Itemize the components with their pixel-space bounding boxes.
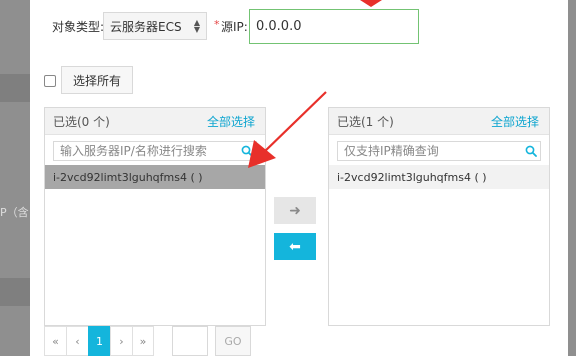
select-all-link[interactable]: 全部选择 — [207, 113, 255, 130]
list-item[interactable]: i-2vcd92limt3lguhqfms4 ( ) — [45, 165, 265, 189]
backdrop-stripe — [0, 74, 30, 102]
object-type-value: 云服务器ECS — [110, 19, 182, 34]
panel-title: 已选(1 个) — [337, 114, 394, 129]
search-icon[interactable] — [522, 142, 540, 160]
page-jump-input[interactable] — [172, 326, 208, 356]
next-page-button[interactable]: › — [110, 326, 132, 356]
ip-search-input[interactable] — [338, 142, 522, 160]
select-all-button[interactable]: 选择所有 — [61, 66, 133, 94]
move-left-button[interactable]: ⬅ — [274, 233, 316, 260]
object-type-select[interactable]: 云服务器ECS ▲ ▼ — [103, 12, 207, 40]
search-box — [53, 141, 257, 161]
select-all-link[interactable]: 全部选择 — [491, 113, 539, 130]
required-asterisk: * — [214, 18, 220, 31]
list-item[interactable]: i-2vcd92limt3lguhqfms4 ( ) — [329, 165, 549, 189]
source-ip-input[interactable] — [249, 9, 419, 44]
updown-arrows-icon: ▲ ▼ — [193, 18, 200, 34]
pagination: « ‹ 1 › » — [44, 326, 154, 356]
source-ip-label: 源IP: — [221, 20, 248, 34]
arrow-left-icon: ⬅ — [289, 238, 301, 254]
backdrop-partial-text: P（含 — [0, 206, 29, 219]
server-search-input[interactable] — [54, 142, 238, 160]
go-button[interactable]: GO — [215, 326, 251, 356]
modal-backdrop-right — [568, 0, 576, 356]
search-box — [337, 141, 541, 161]
select-all-checkbox[interactable] — [44, 75, 56, 87]
backdrop-stripe — [0, 278, 30, 306]
panel-header: 已选(0 个) 全部选择 — [45, 108, 265, 135]
last-page-button[interactable]: » — [132, 326, 154, 356]
first-page-button[interactable]: « — [44, 326, 66, 356]
page-number-current[interactable]: 1 — [88, 326, 110, 356]
panel-header: 已选(1 个) 全部选择 — [329, 108, 549, 135]
object-type-label: 对象类型: — [52, 20, 105, 34]
available-list-panel: 已选(0 个) 全部选择 i-2vcd92limt3lguhqfms4 ( ) — [44, 107, 266, 326]
search-icon[interactable] — [238, 142, 256, 160]
select-instances-dialog: 对象类型: 云服务器ECS ▲▼ * 源IP: 选择所有 已选(0 个) 全部选… — [30, 0, 568, 356]
prev-page-button[interactable]: ‹ — [66, 326, 88, 356]
selected-list-panel: 已选(1 个) 全部选择 i-2vcd92limt3lguhqfms4 ( ) — [328, 107, 550, 326]
panel-title: 已选(0 个) — [53, 114, 110, 129]
arrow-right-icon: ➜ — [289, 202, 301, 218]
move-right-button[interactable]: ➜ — [274, 197, 316, 224]
